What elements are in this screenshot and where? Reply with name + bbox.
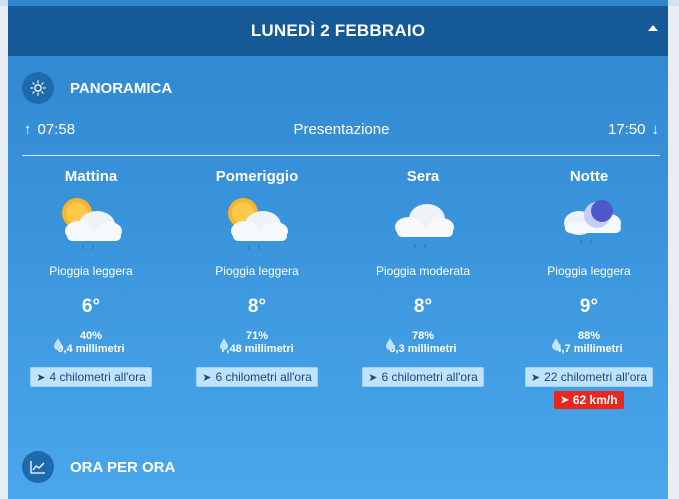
wind-speed: 22 chilometri all'ora [544, 370, 648, 384]
wind-direction-icon: ➤ [202, 371, 212, 384]
temperature: 8° [247, 296, 267, 317]
wind-speed: 6 chilometri all'ora [215, 370, 312, 384]
period-afternoon: Pomeriggio Pioggia leggera 8° 71% 7,48 m… [174, 168, 340, 387]
forecast-panel: LUNEDÌ 2 FEBBRAIO PANORAMICA ↑ 07:58 Pre… [8, 0, 668, 499]
cloud-rain-icon [340, 190, 506, 258]
moon-cloud-rain-icon [506, 190, 668, 258]
precip-probability: 88% [577, 330, 601, 342]
precipitation: 40% 0,4 millimetri [8, 330, 174, 360]
condition: Pioggia leggera [49, 264, 133, 278]
precip-amount: 4,7 millimetri [555, 343, 623, 355]
hourly-section-header[interactable]: ORA PER ORA [22, 451, 175, 483]
wind-speed: 6 chilometri all'ora [381, 370, 478, 384]
gust-direction-icon: ➤ [560, 394, 569, 406]
wind-direction-icon: ➤ [36, 371, 46, 384]
period-morning: Mattina Pioggia leggera 6° 40% 0,4 milli… [8, 168, 174, 387]
sun-icon [22, 72, 54, 104]
period-night: Notte Pioggia leggera 9° 88% 4,7 millime… [506, 168, 668, 409]
precip-probability: 78% [411, 330, 435, 342]
overview-section-header: PANORAMICA [22, 72, 172, 104]
summary-label: Presentazione [293, 121, 390, 138]
overview-title: PANORAMICA [70, 79, 173, 97]
precip-amount: 8,3 millimetri [389, 343, 457, 355]
wind-direction-icon: ➤ [530, 371, 541, 384]
raindrop-icon [220, 338, 228, 350]
raindrop-icon [386, 338, 394, 350]
precipitation: 88% 4,7 millimetri [506, 330, 668, 360]
wind-direction-icon: ➤ [368, 371, 378, 384]
day-header[interactable]: LUNEDÌ 2 FEBBRAIO [8, 6, 668, 56]
precip-probability: 40% [79, 330, 103, 342]
wind-chip: ➤ 6 chilometri all'ora [196, 367, 318, 387]
gust-speed: 62 km/h [572, 393, 618, 407]
partly-sunny-rain-icon [174, 190, 340, 258]
temperature: 9° [579, 296, 599, 317]
arrow-down-icon: ↓ [651, 121, 660, 138]
wind-gust-badge: ➤ 62 km/h [554, 391, 624, 409]
condition: Pioggia leggera [547, 264, 631, 278]
condition: Pioggia leggera [215, 264, 299, 278]
raindrop-icon [54, 338, 62, 350]
period-name: Pomeriggio [215, 168, 299, 185]
hourly-title: ORA PER ORA [70, 458, 176, 476]
sun-times-row: ↑ 07:58 Presentazione 17:50 ↓ [24, 121, 659, 143]
temperature: 8° [413, 296, 433, 317]
chart-line-icon [22, 451, 54, 483]
divider [22, 155, 660, 156]
precipitation: 71% 7,48 millimetri [174, 330, 340, 360]
period-name: Sera [406, 168, 440, 185]
precipitation: 78% 8,3 millimetri [340, 330, 506, 360]
collapse-caret-icon[interactable] [648, 25, 658, 31]
wind-chip: ➤ 6 chilometri all'ora [362, 367, 484, 387]
condition: Pioggia moderata [375, 264, 471, 278]
period-evening: Sera Pioggia moderata 8° 78% 8,3 millime… [340, 168, 506, 387]
sunset: 17:50 ↓ [608, 121, 659, 138]
day-title: LUNEDÌ 2 FEBBRAIO [250, 21, 426, 40]
wind-chip: ➤ 22 chilometri all'ora [524, 367, 654, 387]
temperature: 6° [81, 296, 101, 317]
wind-chip: ➤ 4 chilometri all'ora [30, 367, 152, 387]
period-name: Notte [569, 168, 609, 185]
precip-amount: 0,4 millimetri [57, 343, 125, 355]
raindrop-icon [552, 338, 560, 350]
precip-amount: 7,48 millimetri [220, 343, 294, 355]
sunset-time: 17:50 [607, 121, 646, 138]
period-name: Mattina [64, 168, 118, 185]
wind-speed: 4 chilometri all'ora [49, 370, 146, 384]
partly-sunny-rain-icon [8, 190, 174, 258]
precip-probability: 71% [245, 330, 269, 342]
